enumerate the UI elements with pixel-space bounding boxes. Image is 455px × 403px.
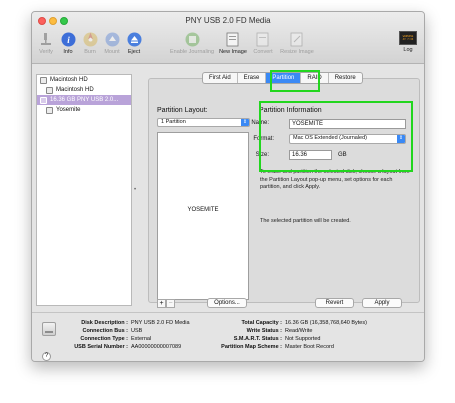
detail-value: External	[131, 336, 152, 342]
disk-details-panel: Disk Description : PNY USB 2.0 FD Media …	[32, 312, 424, 361]
partition-layout-value: 1 Partition	[161, 119, 186, 125]
partition-block-name: YOSEMITE	[187, 207, 219, 213]
sidebar-item-macintosh-hd-disk[interactable]: Macintosh HD	[37, 75, 131, 85]
detail-value: PNY USB 2.0 FD Media	[131, 320, 190, 326]
partition-pane: Partition Layout: 1 Partition ⇕ YOSEMITE…	[148, 78, 420, 308]
partition-size-field[interactable]: 16.36	[289, 150, 332, 160]
size-label: Size:	[255, 152, 269, 158]
format-label: Format:	[253, 136, 274, 142]
resize-image-button[interactable]: Resize Image	[277, 31, 317, 55]
detail-value: Not Supported	[285, 336, 321, 342]
detail-value: AA00000000007089	[131, 344, 182, 350]
partition-instructions: To erase and partition the selected disk…	[260, 169, 410, 190]
volume-icon	[46, 86, 53, 94]
sidebar-item-label: Yosemite	[56, 107, 81, 113]
size-unit: GB	[338, 152, 347, 158]
disk-utility-window: PNY USB 2.0 FD Media Verify i Info Burn …	[31, 11, 425, 362]
partition-layout-popup[interactable]: 1 Partition ⇕	[157, 118, 250, 127]
log-button[interactable]: WARNING AY 7:36 Log	[393, 31, 423, 53]
detail-key: USB Serial Number :	[74, 344, 128, 350]
partition-layout-heading: Partition Layout:	[157, 107, 208, 114]
log-icon-text: WARNING AY 7:36	[402, 35, 414, 41]
volume-icon	[46, 106, 53, 114]
new-image-label: New Image	[219, 49, 247, 55]
convert-label: Convert	[253, 49, 273, 55]
revert-button[interactable]: Revert	[315, 298, 354, 308]
detail-key: S.M.A.R.T. Status :	[233, 336, 282, 342]
window-title: PNY USB 2.0 FD Media	[185, 16, 271, 25]
enable-journaling-label: Enable Journaling	[169, 49, 215, 55]
detail-key: Write Status :	[246, 328, 282, 334]
add-partition-button[interactable]: +	[157, 299, 166, 308]
detail-key: Connection Bus :	[82, 328, 128, 334]
detail-value: Read/Write	[285, 328, 313, 334]
tab-erase[interactable]: Erase	[238, 73, 267, 83]
detail-value: 16.36 GB (16,358,768,640 Bytes)	[285, 320, 367, 326]
detail-value: USB	[131, 328, 143, 334]
partition-name-field[interactable]: YOSEMITE	[289, 119, 406, 129]
sidebar-item-macintosh-hd-volume[interactable]: Macintosh HD	[37, 85, 131, 95]
sidebar-item-label: Macintosh HD	[56, 87, 94, 93]
detail-key: Partition Map Scheme :	[221, 344, 282, 350]
splitter-grip-icon: •	[134, 187, 137, 193]
new-image-icon	[225, 31, 241, 47]
tab-raid[interactable]: RAID	[301, 73, 329, 83]
usb-drive-icon	[40, 96, 47, 104]
resize-image-icon	[289, 31, 305, 47]
detail-key: Total Capacity :	[241, 320, 282, 326]
detail-value: Master Boot Record	[285, 344, 334, 350]
tab-first-aid[interactable]: First Aid	[203, 73, 238, 83]
detail-key: Connection Type :	[80, 336, 128, 342]
new-image-button[interactable]: New Image	[216, 31, 250, 55]
disk-sidebar: Macintosh HD Macintosh HD 16.36 GB PNY U…	[36, 74, 132, 306]
tab-partition[interactable]: Partition	[266, 73, 302, 83]
format-popup[interactable]: Mac OS Extended (Journaled) ⇕	[289, 134, 406, 144]
apply-button[interactable]: Apply	[362, 298, 402, 308]
title-bar: PNY USB 2.0 FD Media Verify i Info Burn …	[32, 12, 424, 64]
name-label: Name:	[251, 120, 269, 126]
remove-partition-button[interactable]: −	[166, 299, 175, 308]
format-value: Mac OS Extended (Journaled)	[293, 135, 367, 141]
info-label: Info	[63, 49, 73, 55]
popup-arrows-icon: ⇕	[397, 135, 405, 143]
sidebar-item-label: 16.36 GB PNY USB 2.0...	[50, 97, 119, 103]
tab-bar: First Aid Erase Partition RAID Restore	[202, 72, 363, 84]
sidebar-item-pny-usb[interactable]: 16.36 GB PNY USB 2.0...	[37, 95, 131, 105]
detail-key: Disk Description :	[81, 320, 128, 326]
partition-status-text: The selected partition will be created.	[260, 218, 351, 224]
resize-image-label: Resize Image	[280, 49, 314, 55]
journal-icon	[184, 31, 200, 47]
enable-journaling-button[interactable]: Enable Journaling	[168, 31, 216, 55]
hard-disk-icon	[40, 76, 47, 84]
sidebar-splitter[interactable]: •	[133, 74, 141, 306]
sidebar-item-yosemite[interactable]: Yosemite	[37, 105, 131, 115]
eject-button[interactable]: Eject	[117, 31, 151, 55]
sidebar-item-label: Macintosh HD	[50, 77, 88, 83]
log-label: Log	[403, 47, 413, 53]
convert-button[interactable]: Convert	[246, 31, 280, 55]
eject-label: Eject	[127, 49, 141, 55]
usb-drive-icon	[42, 322, 56, 336]
options-button[interactable]: Options...	[207, 298, 247, 308]
eject-icon	[126, 31, 142, 47]
log-icon: WARNING AY 7:36	[399, 31, 417, 45]
convert-icon	[255, 31, 271, 47]
tab-restore[interactable]: Restore	[329, 73, 362, 83]
help-button[interactable]: ?	[42, 352, 51, 361]
partition-layout-map[interactable]: YOSEMITE	[157, 132, 249, 300]
partition-info-heading: Partition Information	[259, 107, 322, 114]
